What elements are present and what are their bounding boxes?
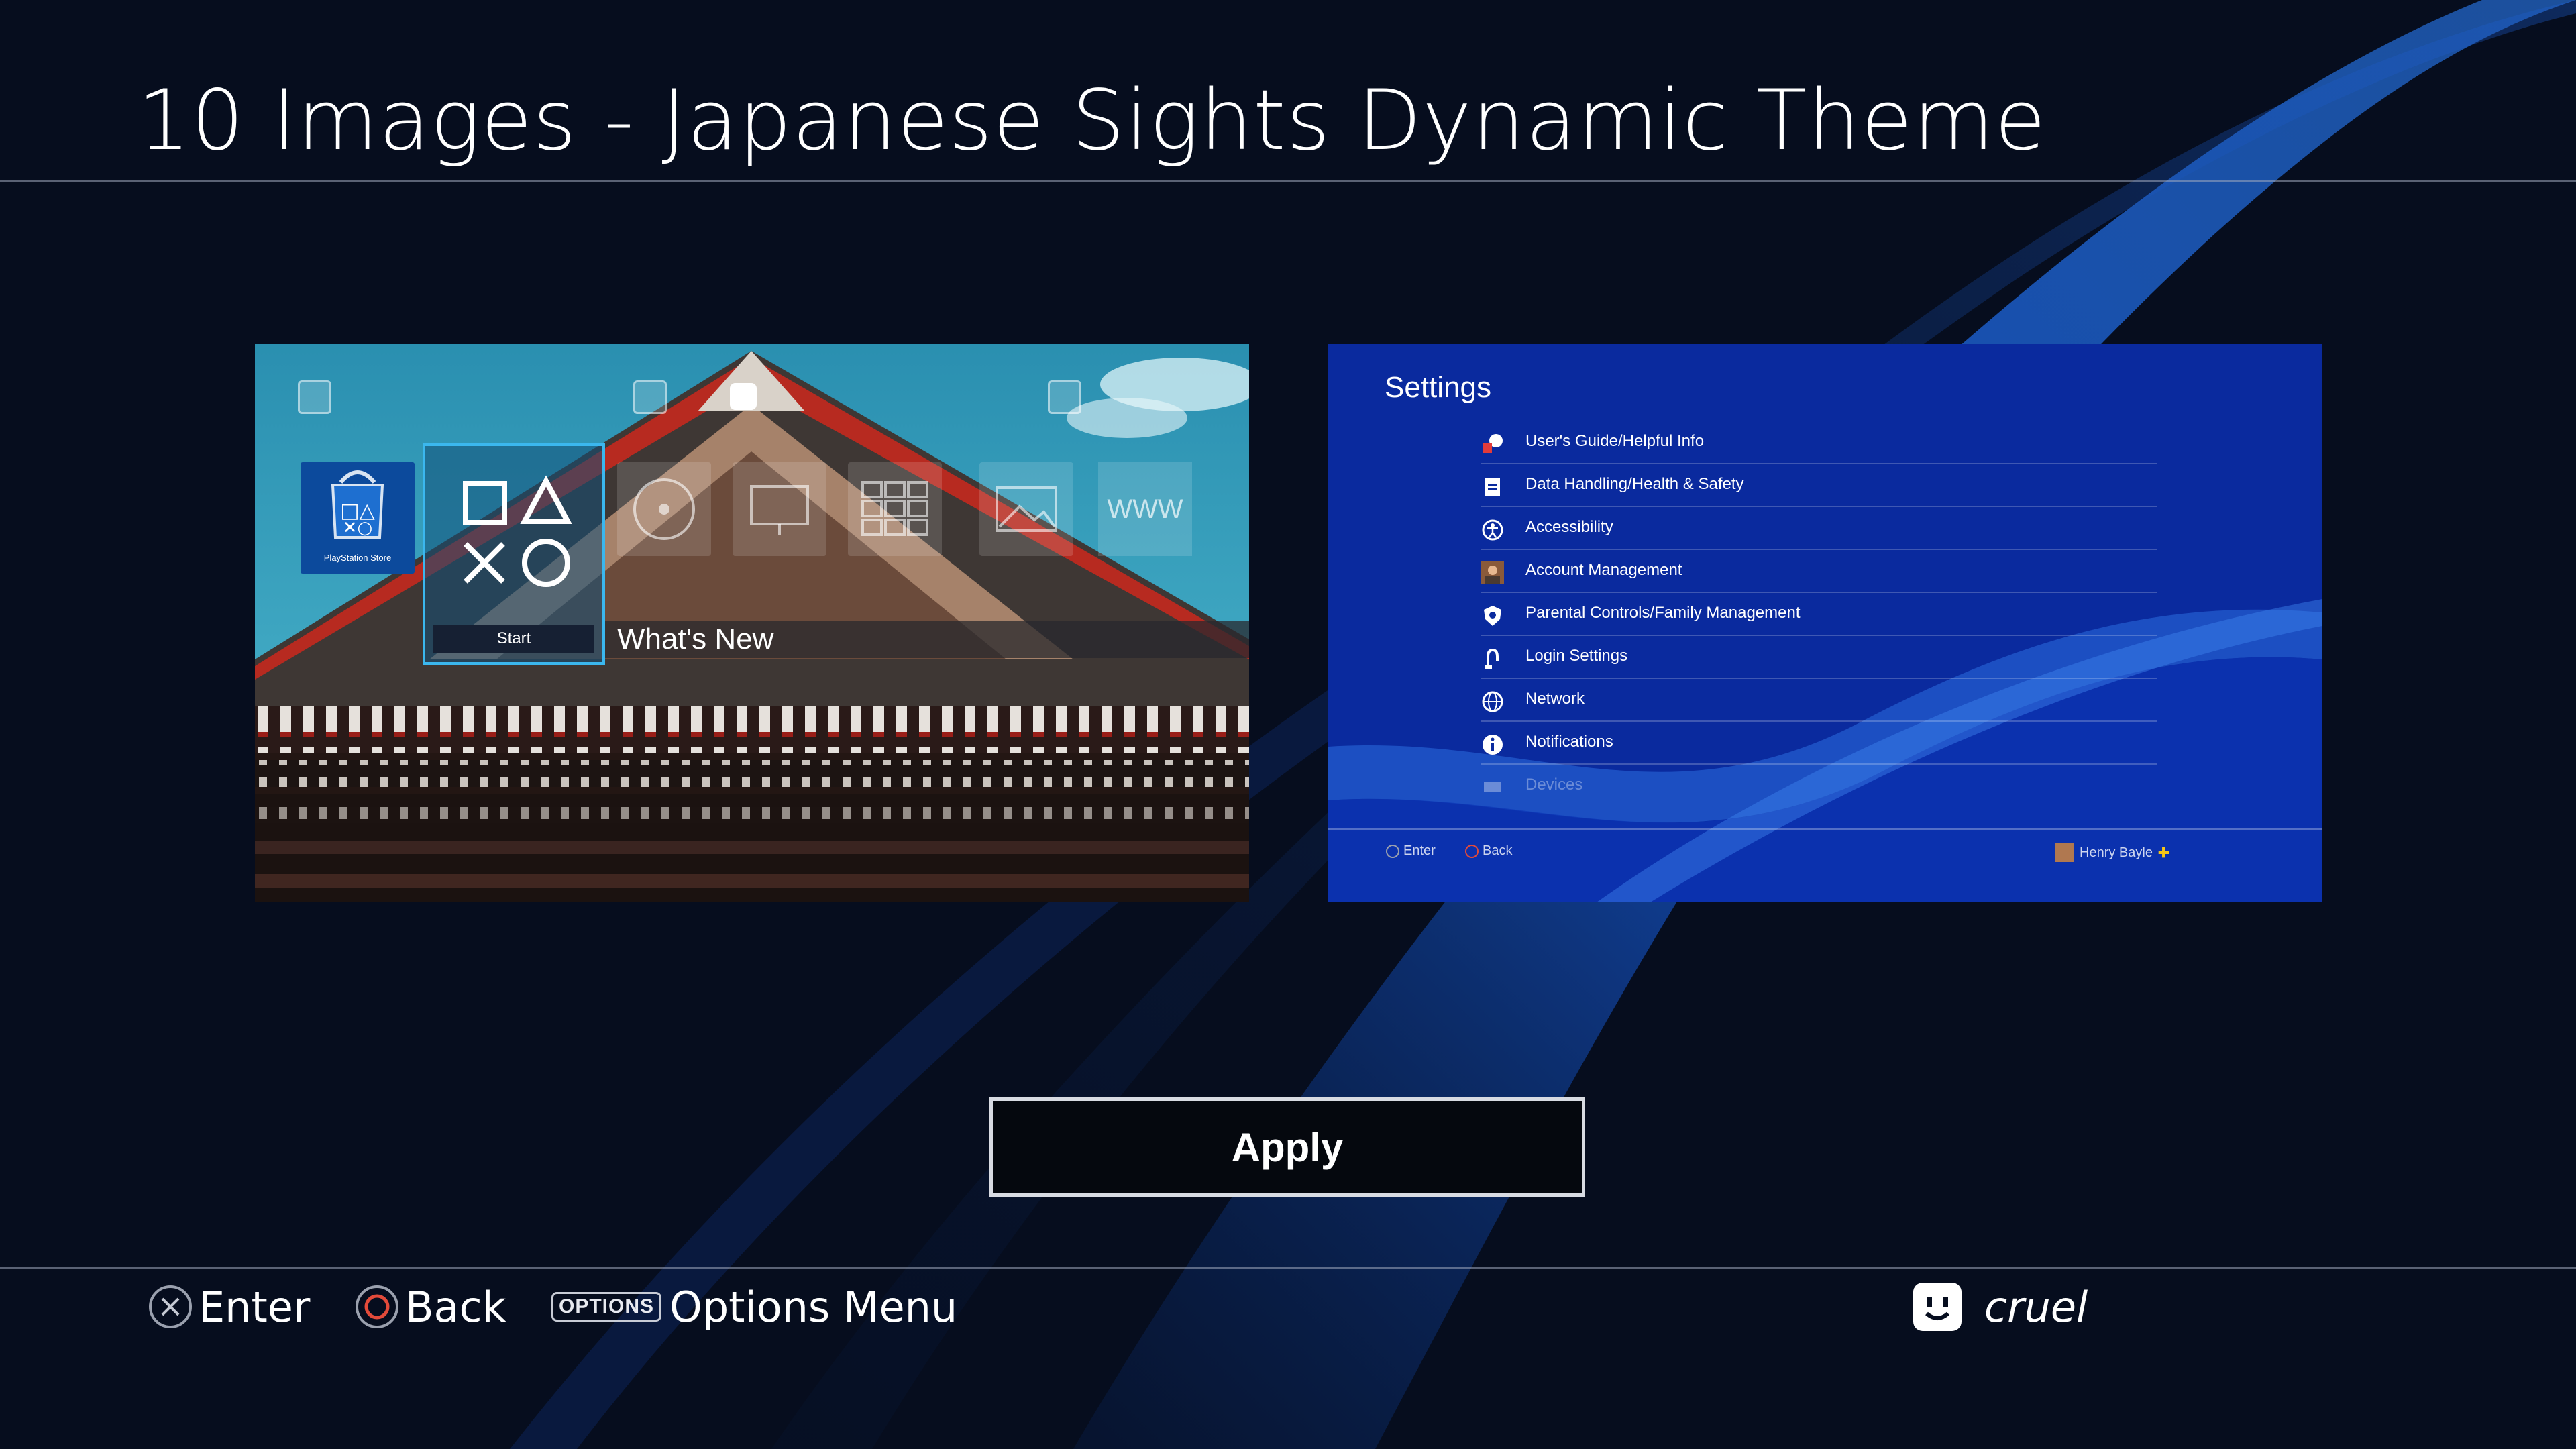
footer-user-name: Henry Bayle — [2080, 845, 2153, 860]
parental-icon — [1484, 606, 1501, 626]
settings-item-label: Network — [1525, 690, 1585, 708]
hint-enter-label: Enter — [199, 1282, 311, 1332]
settings-screen-preview[interactable]: Settings User's Guide/Helpful Info Data … — [1328, 344, 2322, 902]
store-caption: PlayStation Store — [323, 553, 392, 563]
capture-gallery-tile[interactable] — [979, 462, 1073, 556]
settings-item-label: Notifications — [1525, 733, 1613, 751]
avatar-icon — [1481, 561, 1504, 584]
settings-item-label: Accessibility — [1525, 518, 1613, 536]
settings-item-label: User's Guide/Helpful Info — [1525, 432, 1705, 450]
settings-item-label: Devices — [1525, 775, 1583, 794]
home-screen-preview[interactable]: □△ ✕○ PlayStation Store Start WWW What's… — [255, 344, 1249, 902]
grid-icon — [861, 481, 928, 536]
plus-icon: ✚ — [2157, 845, 2169, 861]
playstation-symbols-icon — [463, 475, 572, 587]
settings-item-devices[interactable]: Devices — [1481, 765, 2157, 808]
circle-button-icon — [1465, 844, 1479, 858]
data-icon — [1485, 478, 1500, 496]
cross-button-icon — [1386, 844, 1399, 858]
settings-title: Settings — [1385, 371, 1491, 404]
start-label: Start — [433, 625, 594, 653]
settings-item-users-guide[interactable]: User's Guide/Helpful Info — [1481, 421, 2157, 464]
info-icon — [1483, 735, 1503, 755]
settings-item-label: Data Handling/Health & Safety — [1525, 475, 1744, 493]
hint-enter: Enter — [149, 1280, 310, 1334]
divider — [0, 180, 2576, 182]
settings-item-network[interactable]: Network — [1481, 679, 2157, 722]
playstation-store-tile[interactable]: □△ ✕○ PlayStation Store — [301, 462, 415, 574]
hint-back: Back — [356, 1280, 506, 1334]
apply-button[interactable]: Apply — [989, 1097, 1585, 1197]
gallery-icon — [996, 486, 1057, 532]
divider — [0, 1267, 2576, 1269]
settings-item-login[interactable]: Login Settings — [1481, 636, 2157, 679]
circle-button-icon — [356, 1285, 398, 1328]
settings-footer-back: Back — [1465, 843, 1512, 859]
settings-item-accessibility[interactable]: Accessibility — [1481, 507, 2157, 550]
login-icon — [1485, 648, 1499, 669]
hint-options: OPTIONS Options Menu — [551, 1280, 957, 1334]
settings-item-parental[interactable]: Parental Controls/Family Management — [1481, 593, 2157, 636]
user-face-icon — [1913, 1283, 1962, 1331]
settings-item-account[interactable]: Account Management — [1481, 550, 2157, 593]
devices-icon — [1484, 782, 1501, 792]
settings-item-data-handling[interactable]: Data Handling/Health & Safety — [1481, 464, 2157, 507]
divider — [1328, 828, 2322, 830]
settings-item-label: Account Management — [1525, 561, 1682, 579]
profile-icon[interactable] — [730, 383, 757, 410]
disc-tile[interactable] — [617, 462, 711, 556]
page-title: 10 Images - Japanese Sights Dynamic Them… — [138, 72, 2047, 169]
options-button-icon: OPTIONS — [551, 1292, 662, 1322]
whats-new-label: What's New — [605, 621, 1249, 658]
library-tile[interactable] — [848, 462, 942, 556]
friends-icon[interactable] — [633, 380, 667, 414]
start-tile[interactable]: Start — [423, 443, 605, 665]
footer-back-label: Back — [1483, 843, 1513, 858]
help-icon — [1483, 434, 1503, 453]
cross-button-icon — [149, 1285, 192, 1328]
tv-video-tile[interactable] — [733, 462, 826, 556]
globe-icon — [1482, 691, 1503, 712]
avatar — [2055, 843, 2074, 862]
monitor-icon — [750, 485, 809, 535]
disc-icon — [633, 478, 695, 540]
accessibility-icon — [1482, 519, 1503, 541]
settings-footer-enter: Enter — [1386, 843, 1436, 859]
user-indicator: cruel — [1913, 1280, 2088, 1334]
internet-browser-tile[interactable]: WWW — [1098, 462, 1192, 556]
hint-back-label: Back — [405, 1282, 506, 1332]
settings-item-label: Login Settings — [1525, 647, 1628, 665]
svg-text:✕○: ✕○ — [343, 518, 372, 538]
settings-footer-user: Henry Bayle ✚ — [2055, 843, 2169, 862]
hint-options-label: Options Menu — [669, 1282, 958, 1332]
notification-icon[interactable] — [298, 380, 331, 414]
footer-enter-label: Enter — [1403, 843, 1436, 858]
settings-item-notifications[interactable]: Notifications — [1481, 722, 2157, 765]
user-name: cruel — [1984, 1282, 2088, 1332]
trophy-icon[interactable] — [1048, 380, 1081, 414]
settings-item-label: Parental Controls/Family Management — [1525, 604, 1801, 622]
